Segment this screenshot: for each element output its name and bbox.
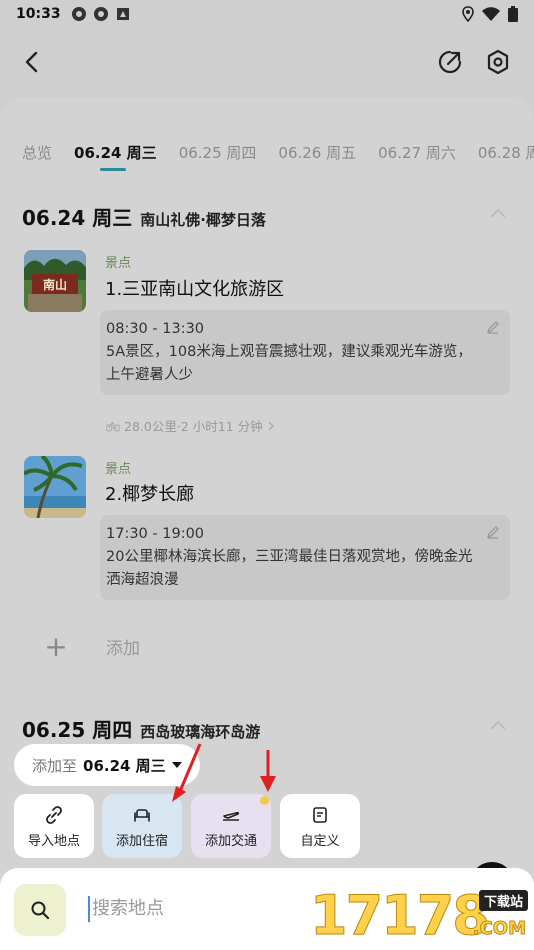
place-detail-card[interactable]: 08:30 - 13:30 5A景区，108米海上观音震撼壮观，建议乘观光车游览… — [100, 310, 510, 395]
thumb-sign-text: 南山 — [43, 277, 67, 292]
site-watermark-logo: 17178 下载站 .COM — [310, 884, 534, 950]
day-date: 06.24 周三 — [22, 206, 133, 230]
settings-icon[interactable] — [484, 48, 512, 76]
new-badge-dot — [260, 796, 269, 805]
day-theme: 南山礼佛·椰梦日落 — [140, 211, 266, 229]
annotation-arrow — [172, 743, 202, 802]
tab-0627[interactable]: 06.27 周六 — [378, 142, 456, 172]
note-icon — [313, 807, 327, 823]
add-place-row[interactable]: + 添加 — [42, 630, 140, 663]
top-bar — [0, 28, 534, 98]
nanshan-gate-image: 南山 — [24, 250, 86, 312]
tab-overview[interactable]: 总览 — [22, 142, 52, 172]
tab-0625[interactable]: 06.25 周四 — [179, 142, 257, 172]
search-button[interactable] — [14, 884, 66, 936]
place-time: 08:30 - 13:30 — [106, 321, 205, 337]
chevron-right-icon — [268, 421, 274, 430]
custom-item-button[interactable]: 自定义 — [280, 794, 360, 858]
bed-icon — [134, 809, 150, 822]
search-icon — [31, 901, 50, 920]
place-name[interactable]: 1.三亚南山文化旅游区 — [105, 275, 284, 301]
app-notification-icon — [71, 7, 86, 21]
add-to-prefix: 添加至 — [32, 756, 78, 775]
tab-0624[interactable]: 06.24 周三 — [74, 142, 157, 172]
route-info[interactable]: 28.0公里·2 小时11 分钟 — [106, 416, 275, 435]
place-time: 17:30 - 19:00 — [106, 526, 205, 542]
battery-icon — [508, 6, 518, 22]
tab-0626[interactable]: 06.26 周五 — [278, 142, 356, 172]
palm-beach-image — [24, 456, 86, 518]
search-input[interactable]: 搜索地点 — [88, 896, 164, 922]
day-date: 06.25 周四 — [22, 718, 133, 742]
collapse-icon[interactable] — [490, 720, 506, 730]
bike-icon — [106, 421, 120, 432]
tab-0628[interactable]: 06.28 周 — [478, 142, 534, 172]
place-thumbnail[interactable] — [24, 456, 86, 518]
quick-action-label: 添加住宿 — [115, 834, 168, 849]
day-theme: 西岛玻璃海环岛游 — [140, 723, 261, 741]
plane-icon — [223, 811, 240, 821]
link-icon — [46, 806, 62, 824]
place-category: 景点 — [105, 462, 132, 477]
add-label: 添加 — [106, 639, 140, 659]
status-bar: 10:33 — [0, 0, 534, 28]
status-time: 10:33 — [16, 6, 61, 22]
place-description: 5A景区，108米海上观音震撼壮观，建议乘观光车游览，上午避暑人少 — [106, 344, 472, 383]
app-notification-icon — [93, 7, 108, 21]
place-category: 景点 — [105, 256, 132, 271]
route-text: 28.0公里·2 小时11 分钟 — [124, 419, 263, 434]
import-place-button[interactable]: 导入地点 — [14, 794, 94, 858]
quick-action-label: 添加交通 — [204, 834, 257, 849]
annotation-arrow — [260, 750, 276, 792]
watermark-number: 17178 — [310, 884, 491, 948]
place-description: 20公里椰林海滨长廊，三亚湾最佳日落观赏地，傍晚金光洒海超浪漫 — [106, 549, 473, 588]
add-to-date: 06.24 周三 — [83, 756, 166, 775]
place-detail-card[interactable]: 17:30 - 19:00 20公里椰林海滨长廊，三亚湾最佳日落观赏地，傍晚金光… — [100, 515, 510, 600]
collapse-icon[interactable] — [490, 208, 506, 218]
place-thumbnail[interactable]: 南山 — [24, 250, 86, 312]
quick-action-label: 自定义 — [300, 834, 340, 849]
day-header: 06.25 周四 西岛玻璃海环岛游 — [22, 714, 260, 743]
edit-icon[interactable] — [486, 320, 500, 334]
edit-icon[interactable] — [486, 525, 500, 539]
back-icon[interactable] — [18, 48, 46, 76]
watermark-tag: 下载站 — [478, 890, 528, 911]
day-tabs: 总览 06.24 周三 06.25 周四 06.26 周五 06.27 周六 0… — [0, 142, 534, 172]
place-name[interactable]: 2.椰梦长廊 — [105, 480, 194, 506]
wifi-icon — [482, 7, 500, 21]
watermark-suffix: .COM — [472, 918, 526, 940]
quick-action-label: 导入地点 — [27, 834, 80, 849]
day-header: 06.24 周三 南山礼佛·椰梦日落 — [22, 202, 266, 231]
share-icon[interactable] — [436, 48, 464, 76]
plus-icon: + — [44, 630, 68, 663]
download-notification-icon — [116, 8, 129, 20]
location-icon — [462, 6, 474, 22]
